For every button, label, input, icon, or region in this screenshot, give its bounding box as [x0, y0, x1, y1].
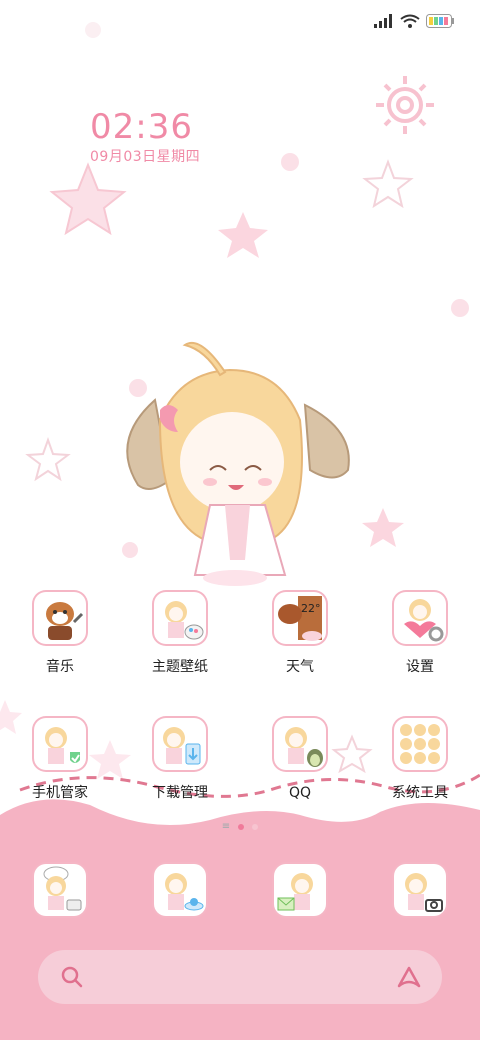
- settings-gear-icon[interactable]: [394, 592, 446, 644]
- sun-icon: [376, 76, 434, 134]
- weather-temperature: 22°: [301, 602, 321, 615]
- app-download-manager[interactable]: 下载管理: [120, 718, 240, 802]
- assistant-a-icon[interactable]: [396, 964, 422, 990]
- signal-bars-icon: [374, 14, 392, 28]
- app-label: 下载管理: [152, 785, 208, 801]
- clock-time: 02:36: [90, 107, 193, 147]
- page-dot[interactable]: [252, 824, 259, 830]
- app-qq[interactable]: QQ: [240, 718, 360, 802]
- shield-check-icon[interactable]: [34, 718, 86, 770]
- qq-penguin-icon[interactable]: [274, 718, 326, 770]
- theme-palette-icon[interactable]: [154, 592, 206, 644]
- star-shape: [362, 508, 404, 547]
- app-label: QQ: [288, 785, 312, 801]
- app-music[interactable]: 音乐: [0, 592, 120, 676]
- clock-date: 09月03日星期四: [90, 149, 201, 165]
- battery-rainbow-icon: [426, 14, 454, 28]
- page-dot-active[interactable]: [238, 824, 245, 830]
- dock: [0, 864, 480, 916]
- messages-envelope-icon[interactable]: [274, 864, 326, 916]
- star-shape: [362, 159, 414, 209]
- menu-lines-icon: ≡: [221, 821, 231, 832]
- dock-phone[interactable]: [0, 864, 120, 916]
- star-shape: [218, 212, 268, 258]
- app-label: 天气: [286, 659, 314, 675]
- dock-camera[interactable]: [360, 864, 480, 916]
- app-phone-manager[interactable]: 手机管家: [0, 718, 120, 802]
- weather-icon[interactable]: 22°: [274, 592, 326, 644]
- dock-browser[interactable]: [120, 864, 240, 916]
- app-row-1: 音乐 主题壁纸 22° 天气 设置: [0, 592, 480, 676]
- app-label: 设置: [406, 659, 434, 675]
- app-row-2: 手机管家 下载管理 QQ 系统工具: [0, 718, 480, 802]
- music-dog-icon[interactable]: [34, 592, 86, 644]
- wifi-icon: [400, 14, 420, 28]
- browser-ufo-icon[interactable]: [154, 864, 206, 916]
- app-system-tools[interactable]: 系统工具: [360, 718, 480, 802]
- app-label: 主题壁纸: [152, 659, 208, 675]
- app-label: 系统工具: [392, 785, 448, 801]
- app-label: 音乐: [46, 659, 74, 675]
- page-indicator[interactable]: ≡: [0, 821, 480, 832]
- search-bar[interactable]: [38, 950, 442, 1004]
- clock-widget[interactable]: 02:36 09月03日星期四: [90, 108, 200, 166]
- search-icon[interactable]: [60, 965, 84, 989]
- dock-messages[interactable]: [240, 864, 360, 916]
- camera-icon[interactable]: [394, 864, 446, 916]
- app-settings[interactable]: 设置: [360, 592, 480, 676]
- app-weather[interactable]: 22° 天气: [240, 592, 360, 676]
- star-shape: [49, 162, 127, 236]
- app-label: 手机管家: [32, 785, 88, 801]
- star-shape: [25, 437, 71, 482]
- download-manager-icon[interactable]: [154, 718, 206, 770]
- system-tools-grid-icon[interactable]: [394, 718, 446, 770]
- phone-chef-icon[interactable]: [34, 864, 86, 916]
- character-illustration: [126, 341, 350, 586]
- app-theme[interactable]: 主题壁纸: [120, 592, 240, 676]
- status-bar: [374, 12, 454, 30]
